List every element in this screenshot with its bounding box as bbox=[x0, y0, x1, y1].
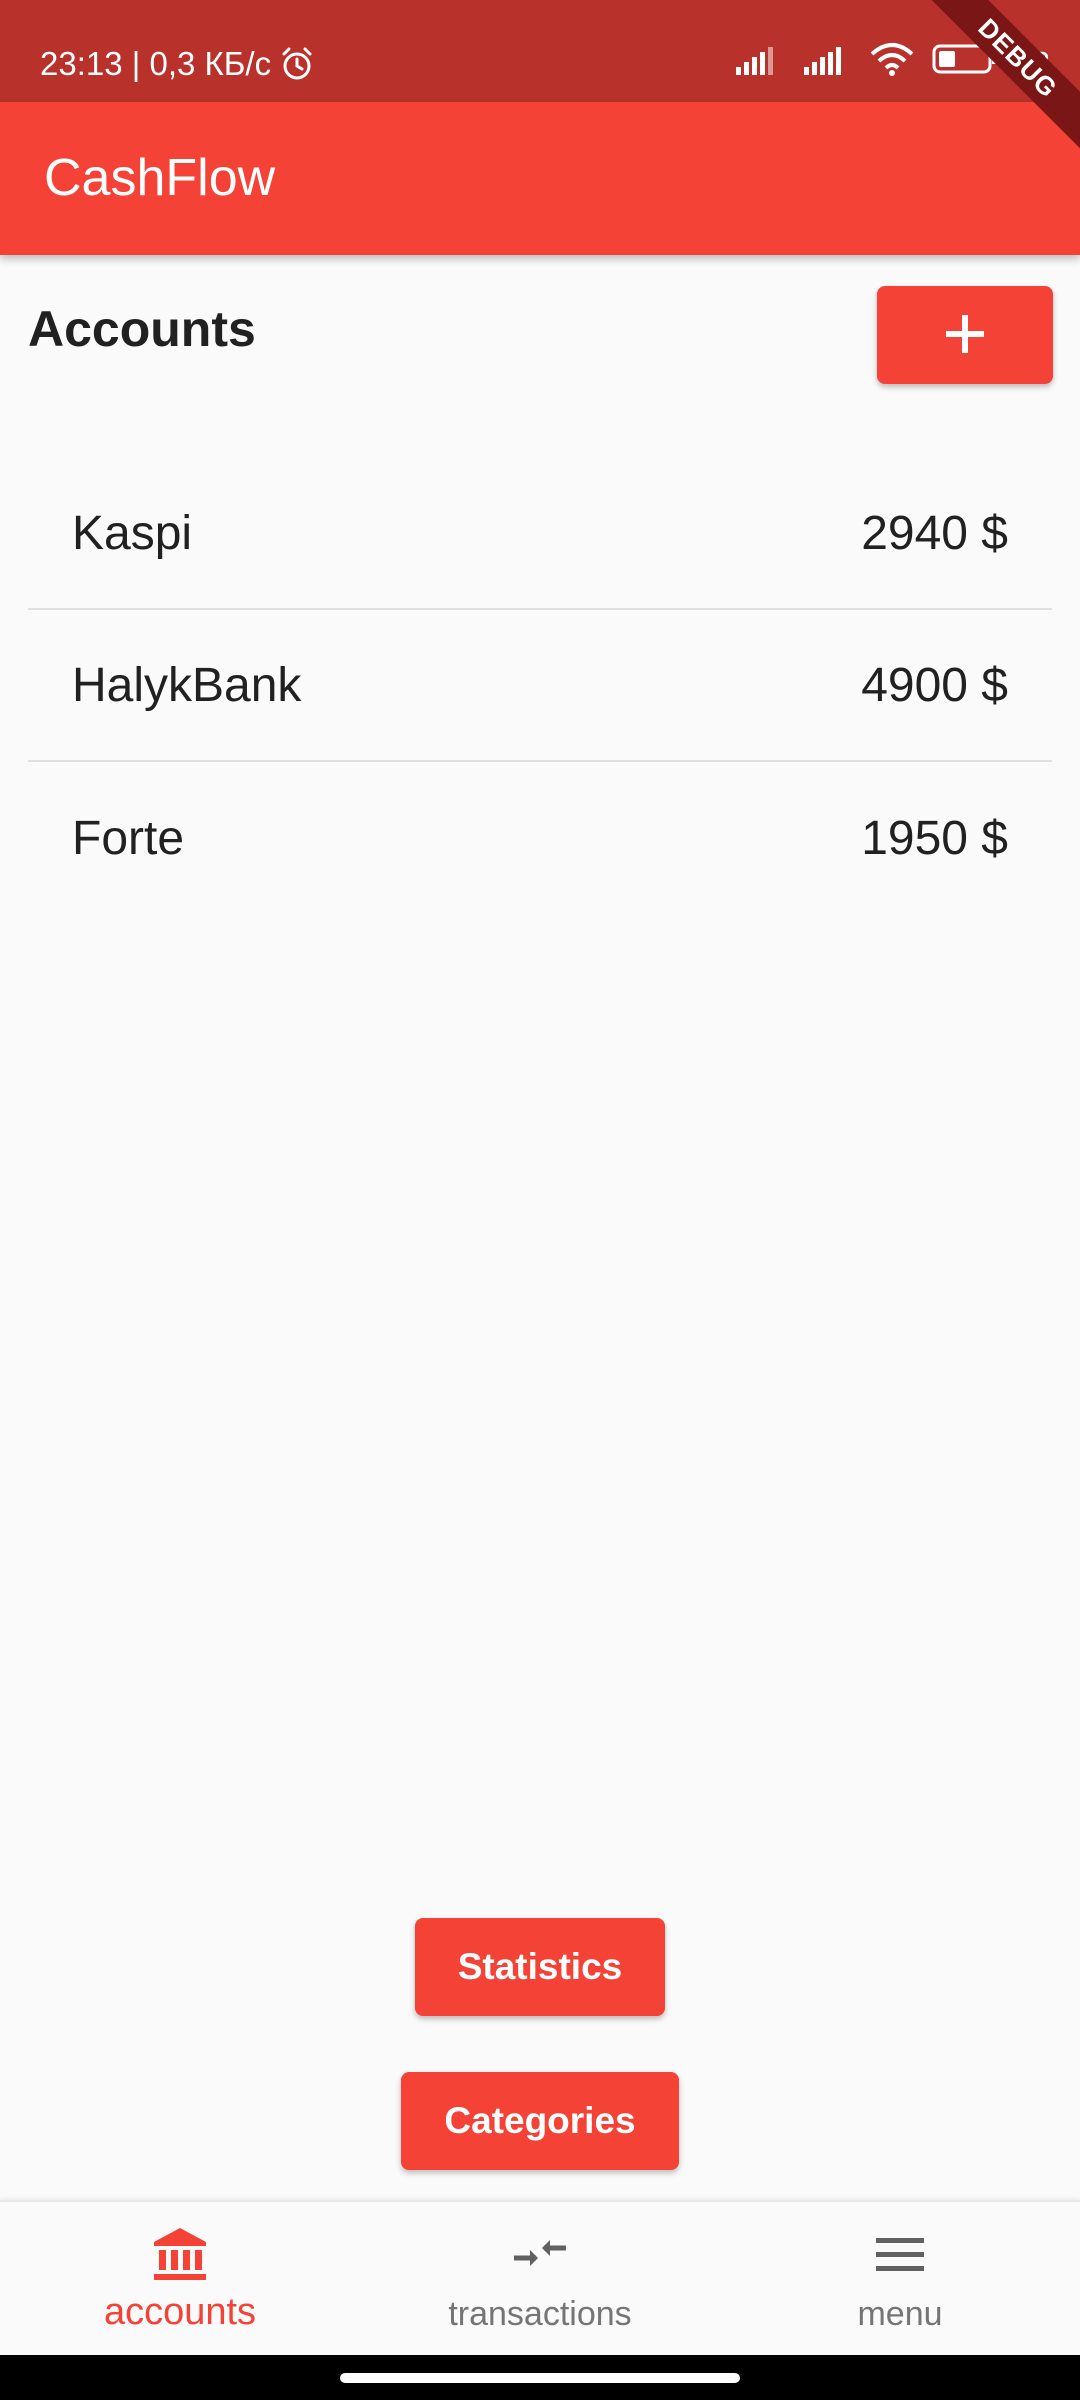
nav-label-transactions: transactions bbox=[448, 2295, 632, 2333]
categories-button[interactable]: Categories bbox=[401, 2072, 679, 2170]
home-indicator[interactable] bbox=[340, 2373, 740, 2383]
account-amount: 2940 $ bbox=[861, 506, 1008, 560]
menu-icon bbox=[870, 2224, 930, 2289]
nav-label-accounts: accounts bbox=[103, 2291, 257, 2333]
nav-item-menu[interactable]: menu bbox=[720, 2202, 1080, 2357]
status-time: 23:13 | 0,3 КБ/с bbox=[40, 44, 315, 84]
nav-item-accounts[interactable]: accounts bbox=[0, 2202, 360, 2357]
nav-label-menu: menu bbox=[857, 2295, 943, 2333]
app-bar: CashFlow bbox=[0, 102, 1080, 255]
account-name: Kaspi bbox=[72, 506, 193, 560]
cell-signal-icon-2 bbox=[802, 43, 852, 83]
page-title: Accounts bbox=[28, 301, 256, 357]
account-amount: 1950 $ bbox=[861, 811, 1008, 865]
plus-icon bbox=[943, 312, 987, 359]
alarm-icon bbox=[279, 46, 315, 82]
list-item[interactable]: HalykBank 4900 $ bbox=[28, 610, 1052, 762]
statistics-button[interactable]: Statistics bbox=[415, 1918, 665, 2016]
app-title: CashFlow bbox=[44, 149, 276, 207]
add-account-button[interactable] bbox=[877, 286, 1053, 384]
list-item[interactable]: Kaspi 2940 $ bbox=[28, 458, 1052, 610]
nav-item-transactions[interactable]: transactions bbox=[360, 2202, 720, 2357]
bottom-navigation: accounts transactions menu bbox=[0, 2200, 1080, 2357]
account-name: Forte bbox=[72, 811, 185, 865]
account-name: HalykBank bbox=[72, 658, 302, 712]
bank-icon bbox=[150, 2224, 210, 2289]
accounts-list: Kaspi 2940 $ HalykBank 4900 $ Forte 1950… bbox=[28, 458, 1052, 914]
list-item[interactable]: Forte 1950 $ bbox=[28, 762, 1052, 914]
wifi-icon bbox=[870, 42, 914, 84]
status-bar: 23:13 | 0,3 КБ/с bbox=[0, 0, 1080, 102]
transfer-arrows-icon bbox=[510, 2224, 570, 2289]
cell-signal-icon bbox=[734, 43, 784, 83]
account-amount: 4900 $ bbox=[861, 658, 1008, 712]
gesture-bar bbox=[0, 2355, 1080, 2400]
status-time-text: 23:13 | 0,3 КБ/с bbox=[40, 45, 272, 82]
